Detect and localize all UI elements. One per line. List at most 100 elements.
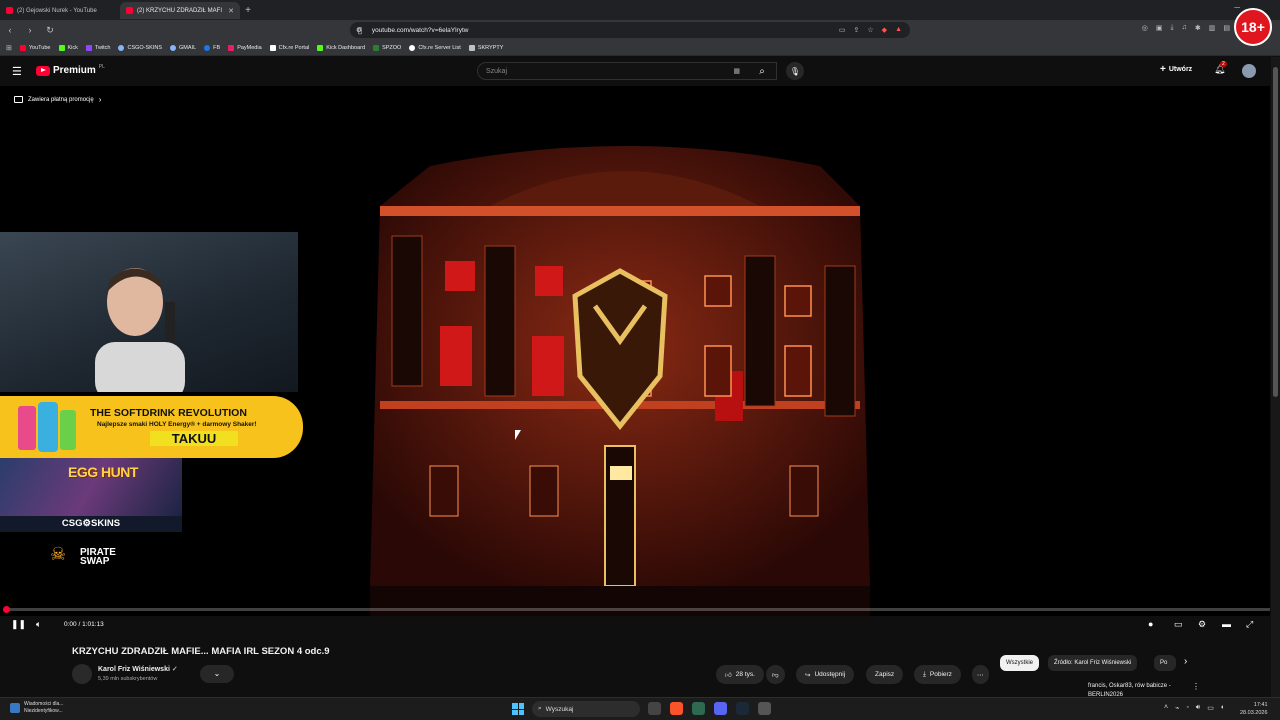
streamer-webcam <box>0 232 298 392</box>
bookmark-kick[interactable]: Kick <box>58 44 78 51</box>
chip-all[interactable]: Wszystkie <box>1000 655 1039 671</box>
search-icon[interactable]: ⌕ <box>748 62 776 80</box>
bookmark-paymedia[interactable]: PayMedia <box>228 44 262 51</box>
channel-avatar[interactable] <box>72 664 92 684</box>
taskbar-clock[interactable]: 17:41 28.03.2026 <box>1240 701 1268 717</box>
app-icon[interactable] <box>692 702 705 715</box>
windows-start-icon[interactable] <box>512 703 524 715</box>
fullscreen-icon[interactable]: ⤢ <box>1246 619 1253 630</box>
download-label: Pobierz <box>929 671 952 678</box>
drink-cans-image <box>18 402 76 452</box>
news-widget[interactable]: Wiadomości dla... Niezidentyfikow... <box>10 701 63 715</box>
tab-krzychu[interactable]: (2) KRZYCHU ZDRADZIŁ MAFI ✕ <box>120 2 240 19</box>
page-scrollbar[interactable] <box>1271 57 1280 697</box>
avatar[interactable] <box>1242 64 1256 78</box>
discord-icon[interactable] <box>714 702 727 715</box>
like-button[interactable]: 👍︎ 28 tys. <box>716 665 764 684</box>
extension-icon[interactable]: ▣ <box>1156 24 1163 32</box>
shield-icon[interactable]: ◆ <box>882 26 887 34</box>
chip-partial[interactable]: Po <box>1154 655 1176 671</box>
youtube-favicon-icon <box>6 7 13 14</box>
more-actions-button[interactable]: ⋯ <box>972 665 989 684</box>
bookmark-csgo-skins[interactable]: CSGO-SKINS <box>118 44 162 51</box>
network-icon[interactable]: ⌁ <box>1175 704 1179 712</box>
bookmark-page-icon[interactable]: ▯ <box>354 25 366 36</box>
share-button[interactable]: ↪ Udostępnij <box>796 665 855 684</box>
promotion-icon <box>14 96 23 103</box>
channel-name[interactable]: Karol Friz Wiśniewski ✓ <box>98 665 178 673</box>
microphone-icon[interactable]: 🎙︎ <box>786 62 804 80</box>
bookmark-skrypty[interactable]: SKRYPTY <box>468 44 503 51</box>
share-icon[interactable]: ⇪ <box>854 26 860 34</box>
scrubber-handle[interactable] <box>3 606 10 613</box>
softdrink-subtitle: Najlepsze smaki HOLY Energy® + darmowy S… <box>97 421 257 428</box>
chip-source[interactable]: Źródło: Karol Friz Wiśniewski <box>1048 655 1138 671</box>
mic-icon[interactable]: ◦ <box>1186 704 1188 712</box>
bookmark-youtube[interactable]: YouTube <box>19 44 51 51</box>
bookmark-spzoo[interactable]: SPZOO <box>373 44 401 51</box>
video-progress-bar[interactable] <box>3 606 1270 613</box>
notifications-bell-icon[interactable]: 🔔︎ 2 <box>1214 61 1227 75</box>
subscribe-dropdown-button[interactable]: ⌄ <box>200 665 234 683</box>
close-tab-icon[interactable]: ✕ <box>228 7 234 15</box>
tab-gejowski[interactable]: (2) Gejowski Nurek - YouTube <box>0 2 120 19</box>
puzzle-icon[interactable]: ✱ <box>1195 24 1201 32</box>
reload-icon[interactable]: ↻ <box>44 25 56 36</box>
extension-icon[interactable]: ◎ <box>1142 24 1148 32</box>
bookmark-fb[interactable]: FB <box>204 44 220 51</box>
taskbar-search[interactable]: ⌕ Wyszukaj <box>532 701 640 717</box>
search-input[interactable]: Szukaj ▦ <box>477 62 777 80</box>
subtitles-icon[interactable]: ▭ <box>1174 619 1183 630</box>
bookmark-twitch[interactable]: Twitch <box>85 44 110 51</box>
notification-count: 2 <box>1220 61 1227 67</box>
back-icon[interactable]: ‹ <box>4 25 16 35</box>
speaker-icon[interactable]: 🔊︎ <box>1196 704 1200 712</box>
file-explorer-icon[interactable] <box>648 702 661 715</box>
youtube-logo[interactable]: Premium PL <box>36 64 105 76</box>
hamburger-menu-icon[interactable]: ☰ <box>12 65 22 78</box>
app-icon[interactable] <box>758 702 771 715</box>
pirate-swap-logo: PIRATE SWAP <box>80 547 116 567</box>
chips-next-icon[interactable]: › <box>1184 656 1187 667</box>
create-button[interactable]: + Utwórz <box>1160 64 1192 75</box>
media-icon[interactable]: ♫ <box>1182 24 1187 32</box>
bookmark-star-icon[interactable]: ☆ <box>867 26 873 34</box>
settings-gear-icon[interactable]: ⚙ <box>1198 619 1206 630</box>
volume-icon[interactable]: 🔈︎ <box>36 619 41 630</box>
apps-grid-icon[interactable]: ⊞ <box>6 44 12 52</box>
new-tab-button[interactable]: + <box>240 5 256 16</box>
address-bar[interactable]: ⚙ youtube.com/watch?v=6elaYlrytw ▭ ⇪ ☆ ◆… <box>350 22 910 38</box>
chevron-up-icon[interactable]: ˄ <box>1164 704 1168 712</box>
autoplay-toggle-icon[interactable]: ● <box>1148 619 1153 629</box>
pause-icon[interactable]: ❚❚ <box>11 619 26 630</box>
minimize-icon[interactable]: ─ <box>1234 3 1240 12</box>
save-button[interactable]: Zapisz <box>866 665 904 684</box>
scrollbar-thumb[interactable] <box>1273 67 1278 397</box>
bookmark-cfx-server-list[interactable]: Cfx.re Server List <box>409 44 461 51</box>
rec-more-icon[interactable]: ⋮ <box>1192 682 1200 691</box>
bookmark-kick-dashboard[interactable]: Kick Dashboard <box>317 44 365 51</box>
volume-icon[interactable]: ◐ <box>1221 704 1225 712</box>
battery-icon[interactable]: ▭ <box>1207 704 1214 712</box>
bookmark-gmail[interactable]: GMAIL <box>170 44 196 51</box>
forward-icon[interactable]: › <box>24 25 36 35</box>
paid-promotion-notice[interactable]: Zawiera płatną promocję › <box>14 95 101 104</box>
brave-browser-icon[interactable] <box>670 702 683 715</box>
wallet-icon[interactable]: ▤ <box>1223 24 1230 32</box>
cfx-icon <box>269 44 276 51</box>
alert-icon[interactable]: ▲ <box>895 26 902 34</box>
video-player[interactable]: Zawiera płatną promocję › THE SOFTDRINK … <box>0 86 1270 616</box>
download-icon[interactable]: ⤓ <box>1171 24 1174 32</box>
cast-icon[interactable]: ▭ <box>839 26 846 34</box>
steam-icon[interactable] <box>736 702 749 715</box>
egg-hunt-title: EGG HUNT <box>68 464 138 480</box>
more-horizontal-icon: ⋯ <box>977 671 984 679</box>
sidebar-icon[interactable]: ▥ <box>1209 24 1216 32</box>
bookmark-cfx-portal[interactable]: Cfx.re Portal <box>269 44 309 51</box>
download-button[interactable]: ⤓ Pobierz <box>914 665 961 684</box>
keyboard-icon[interactable]: ▦ <box>733 67 740 75</box>
theater-mode-icon[interactable]: ▬ <box>1222 619 1231 629</box>
dislike-button[interactable]: 👎︎ <box>766 665 785 684</box>
kick-icon <box>317 44 324 51</box>
system-tray: ˄ ⌁ ◦ 🔊︎ ▭ ◐ <box>1164 704 1225 712</box>
